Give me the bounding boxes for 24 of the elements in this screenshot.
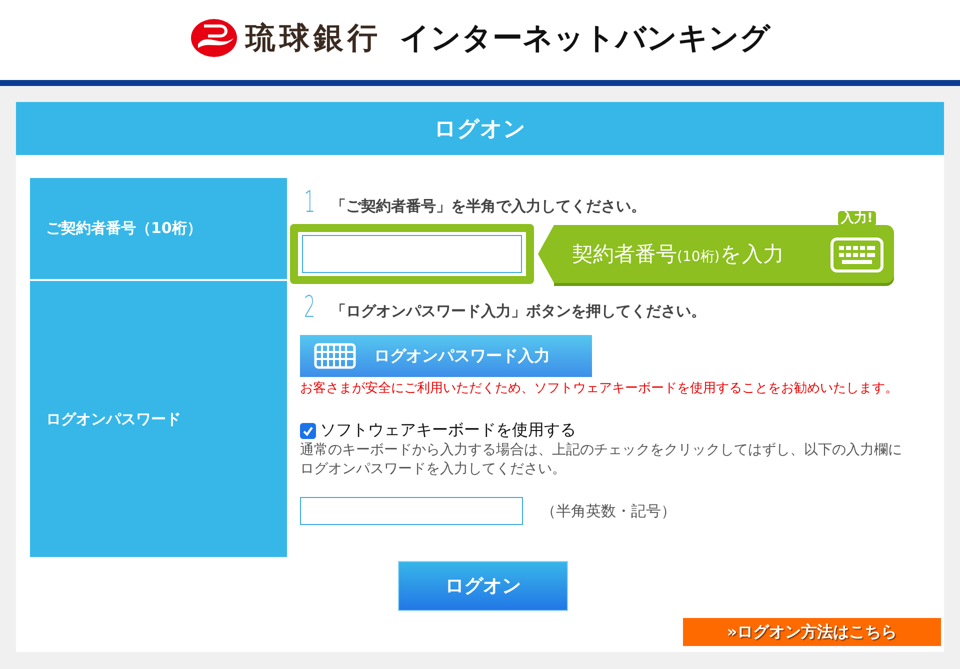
password-field[interactable] (300, 497, 523, 525)
callout-label: 入力! (838, 211, 876, 226)
step-number: 2 (304, 293, 316, 323)
service-name: インターネットバンキング (400, 20, 770, 58)
checkbox-label: ソフトウェアキーボードを使用する (320, 420, 576, 441)
password-hint: （半角英数・記号） (541, 502, 676, 520)
note-text: 通常のキーボードから入力する場合は、上記のチェックをクリックしてはずし、以下の入力欄にログオンパスワードを入力してください。 (300, 441, 903, 479)
software-keyboard-checkbox[interactable] (300, 422, 316, 438)
panel-title: ログオン (16, 102, 944, 155)
keyboard-icon (830, 237, 884, 273)
callout-text: 契約者番号(10桁)を入力 (572, 241, 784, 268)
step-number: 1 (304, 188, 316, 218)
help-link[interactable]: »ログオン方法はこちら (683, 618, 941, 646)
password-keyboard-button[interactable]: ログオンパスワード入力 (300, 335, 592, 377)
field-label: ログオンパスワード (30, 281, 287, 557)
step-instruction: 「ご契約者番号」を半角で入力してください。 (331, 197, 646, 217)
contract-number-field[interactable] (302, 235, 522, 273)
bank-logo-icon (190, 18, 238, 58)
field-label: ご契約者番号（10桁） (30, 178, 287, 279)
logon-button[interactable]: ログオン (398, 561, 568, 611)
warning-text: お客さまが安全にご利用いただくため、ソフトウェアキーボードを使用することをお勧めいたします。 (300, 380, 899, 398)
keyboard-icon (314, 343, 356, 369)
bank-name: 琉球銀行 (246, 20, 382, 56)
step-instruction: 「ログオンパスワード入力」ボタンを押してください。 (331, 302, 706, 322)
